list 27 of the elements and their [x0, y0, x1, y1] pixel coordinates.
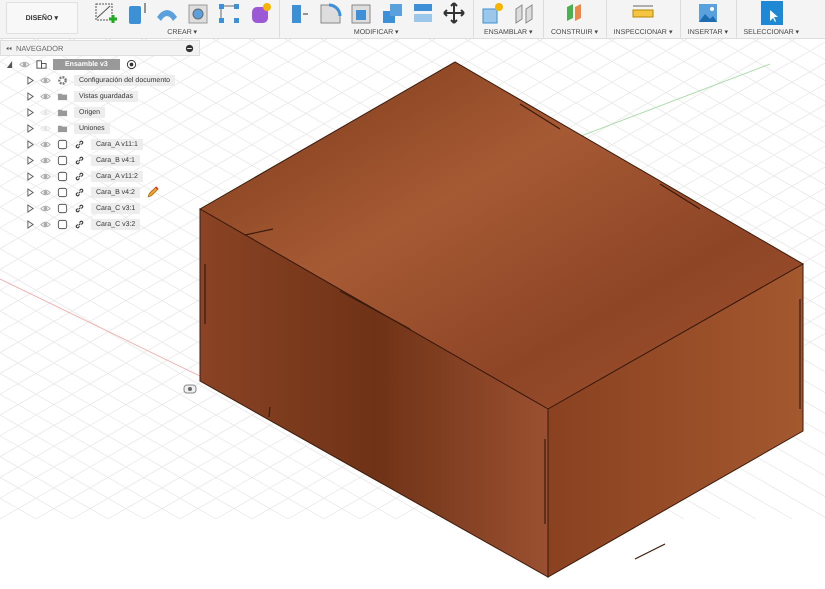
component-icon	[57, 186, 68, 198]
link-icon	[74, 154, 85, 166]
gear-icon	[57, 74, 68, 86]
link-icon	[74, 202, 85, 214]
link-icon	[74, 170, 85, 182]
minimize-icon[interactable]	[184, 42, 195, 54]
origin-icon	[184, 384, 196, 394]
move-tool-icon[interactable]	[442, 1, 466, 25]
component-icon	[57, 170, 68, 182]
expanded-triangle-icon[interactable]	[6, 60, 13, 68]
combine-tool-icon[interactable]	[380, 1, 404, 25]
component-icon	[57, 138, 68, 150]
component-icon	[57, 218, 68, 230]
pattern-tool-icon[interactable]	[217, 1, 241, 25]
fillet-tool-icon[interactable]	[318, 1, 342, 25]
select-tool-icon[interactable]	[760, 1, 784, 25]
sketch-tool-icon[interactable]	[93, 1, 117, 25]
link-icon	[74, 138, 85, 150]
component-tool-icon[interactable]	[481, 1, 505, 25]
assembly-icon	[36, 58, 47, 70]
radio-icon[interactable]	[126, 58, 137, 70]
collapse-icon[interactable]	[5, 44, 12, 52]
split-tool-icon[interactable]	[411, 1, 435, 25]
link-icon	[74, 186, 85, 198]
component-icon	[57, 154, 68, 166]
component-icon	[57, 202, 68, 214]
link-icon	[74, 218, 85, 230]
